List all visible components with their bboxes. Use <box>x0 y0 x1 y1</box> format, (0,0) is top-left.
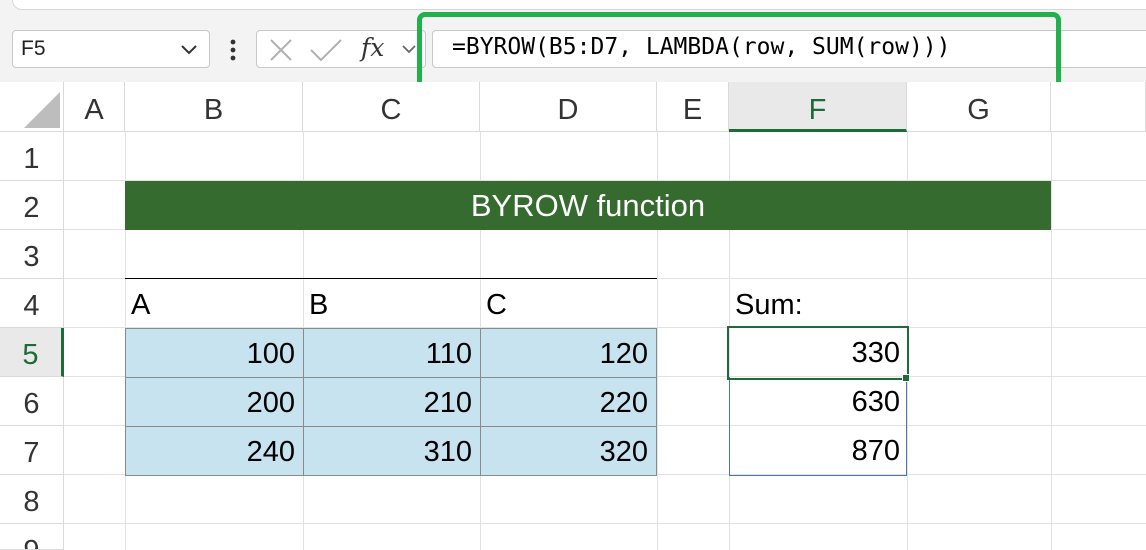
table-header-c[interactable]: C <box>480 279 657 328</box>
data-cell-b6[interactable]: 200 <box>125 377 304 427</box>
fill-handle[interactable] <box>902 374 910 382</box>
chevron-down-icon[interactable] <box>401 41 417 62</box>
sum-label[interactable]: Sum: <box>729 279 907 328</box>
row-header-3[interactable]: 3 <box>0 230 64 279</box>
column-header-a[interactable]: A <box>64 82 125 132</box>
window-top-strip <box>0 0 1146 14</box>
insert-function-button[interactable]: fx <box>361 33 384 62</box>
ribbon-edge <box>12 0 1146 10</box>
column-header-e[interactable]: E <box>657 82 729 132</box>
row-header-2[interactable]: 2 <box>0 181 64 230</box>
sheet-title[interactable]: BYROW function <box>125 181 1051 230</box>
chevron-down-icon[interactable] <box>179 39 199 64</box>
select-all-corner[interactable] <box>0 82 64 132</box>
check-icon[interactable] <box>309 38 343 67</box>
data-cell-c7[interactable]: 310 <box>303 426 481 476</box>
row-header-1[interactable]: 1 <box>0 132 64 181</box>
row-header-5[interactable]: 5 <box>0 328 64 377</box>
table-header-b[interactable]: B <box>303 279 480 328</box>
table-header-a[interactable]: A <box>125 279 303 328</box>
column-header-h[interactable]: H <box>1051 82 1146 132</box>
column-header-g[interactable]: G <box>907 82 1051 132</box>
data-cell-b5[interactable]: 100 <box>125 328 304 378</box>
data-cell-c5[interactable]: 110 <box>303 328 481 378</box>
name-box-value[interactable]: F5 <box>21 37 46 61</box>
data-cell-c6[interactable]: 210 <box>303 377 481 427</box>
name-box[interactable]: F5 <box>12 30 210 68</box>
gridline <box>1051 132 1052 550</box>
row-header-6[interactable]: 6 <box>0 377 64 426</box>
sum-cell-f6[interactable]: 630 <box>729 377 907 426</box>
sum-cell-f7[interactable]: 870 <box>729 426 907 475</box>
close-icon[interactable] <box>269 38 293 67</box>
data-cell-b7[interactable]: 240 <box>125 426 304 476</box>
data-cell-d7[interactable]: 320 <box>480 426 657 476</box>
formula-text[interactable]: =BYROW(B5:D7, LAMBDA(row, SUM(row))) <box>452 34 951 60</box>
gridline <box>64 523 1146 524</box>
active-cell-border <box>727 326 909 380</box>
data-cell-d5[interactable]: 120 <box>480 328 657 378</box>
data-cell-d6[interactable]: 220 <box>480 377 657 427</box>
column-header-d[interactable]: D <box>480 82 657 132</box>
more-options-icon[interactable] <box>227 36 239 64</box>
row-header-8[interactable]: 8 <box>0 475 64 524</box>
column-header-b[interactable]: B <box>125 82 303 132</box>
formula-buttons: fx <box>256 30 426 68</box>
row-header-7[interactable]: 7 <box>0 426 64 475</box>
column-header-c[interactable]: C <box>303 82 480 132</box>
column-header-f[interactable]: F <box>729 82 907 132</box>
row-header-4[interactable]: 4 <box>0 279 64 328</box>
row-header-9[interactable]: 9 <box>0 524 64 550</box>
